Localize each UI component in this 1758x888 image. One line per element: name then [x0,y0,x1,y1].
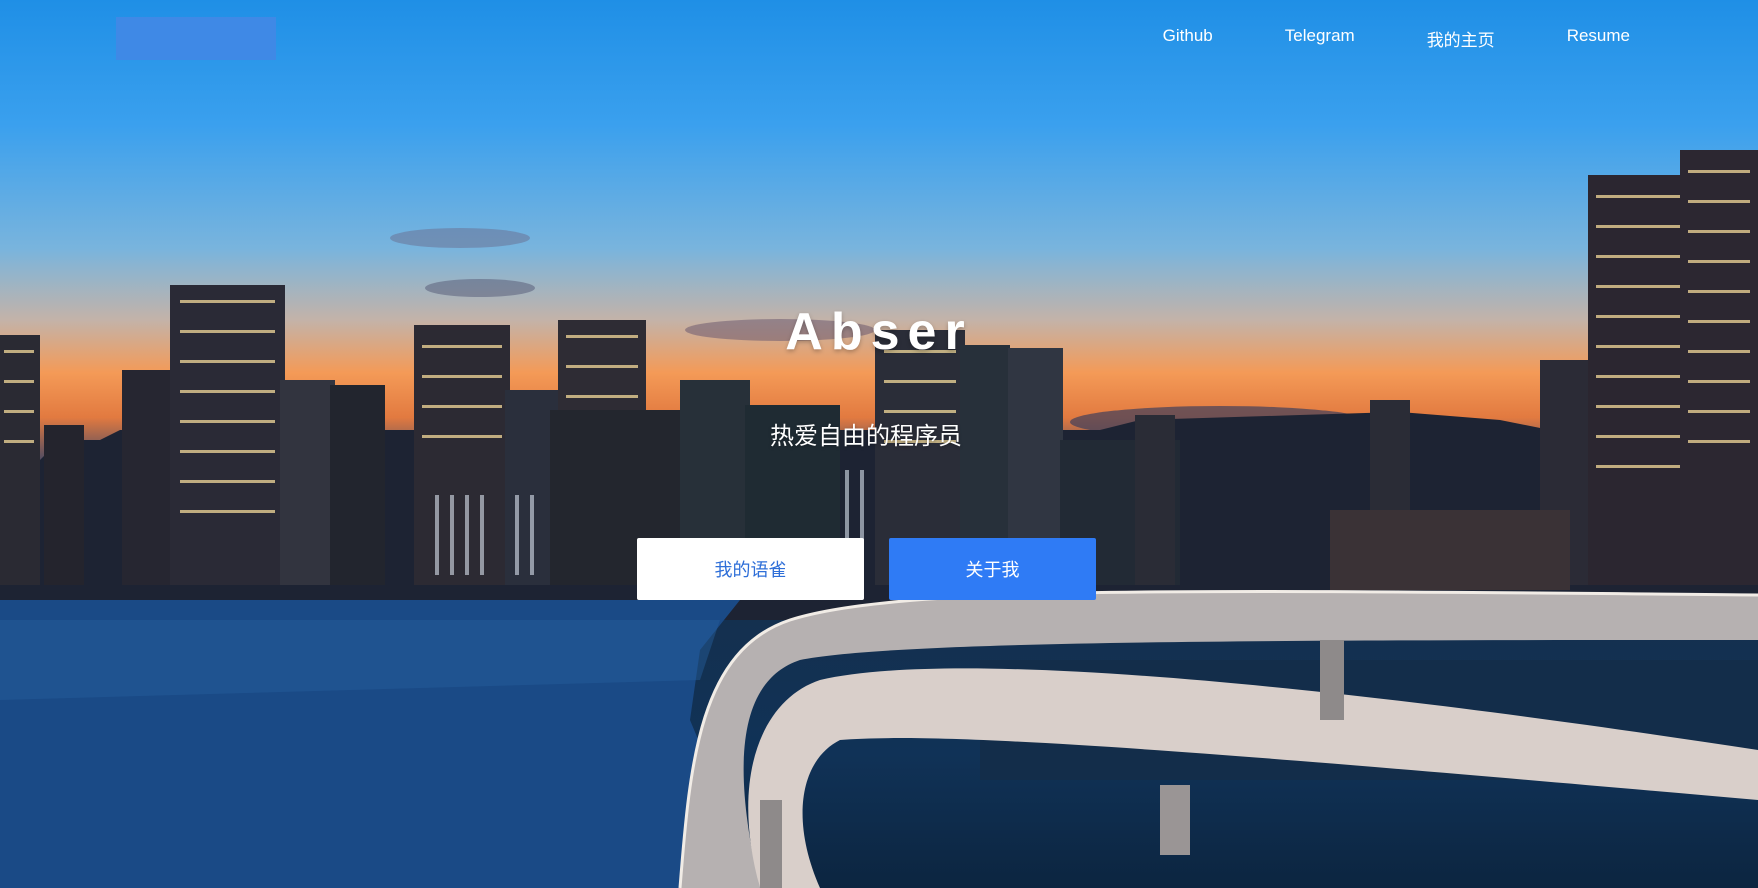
yuque-button[interactable]: 我的语雀 [637,538,864,600]
tower [414,325,510,585]
hero-subtitle: 热爱自由的程序员 [770,423,962,450]
bridge-pier [1160,785,1190,855]
hero-title: Abser [785,303,973,361]
nav-resume[interactable]: Resume [1567,24,1630,53]
tower [330,385,385,585]
tower [1680,150,1758,585]
nav-github[interactable]: Github [1163,24,1213,53]
hero-section: Github Telegram 我的主页 Resume Abser 热爱自由的程… [0,0,1758,888]
nav-telegram[interactable]: Telegram [1285,24,1355,53]
nav-homepage[interactable]: 我的主页 [1427,24,1495,53]
top-nav: Github Telegram 我的主页 Resume [1091,24,1630,53]
bridge-pier [1320,640,1344,720]
logo[interactable] [116,17,276,60]
tower [280,380,335,585]
about-me-button[interactable]: 关于我 [889,538,1096,600]
tower [122,370,174,585]
cloud [425,279,535,297]
tower [1330,510,1570,590]
bridge-pier [760,800,782,888]
tower [0,335,40,585]
tower [1588,175,1688,585]
cloud [390,228,530,248]
